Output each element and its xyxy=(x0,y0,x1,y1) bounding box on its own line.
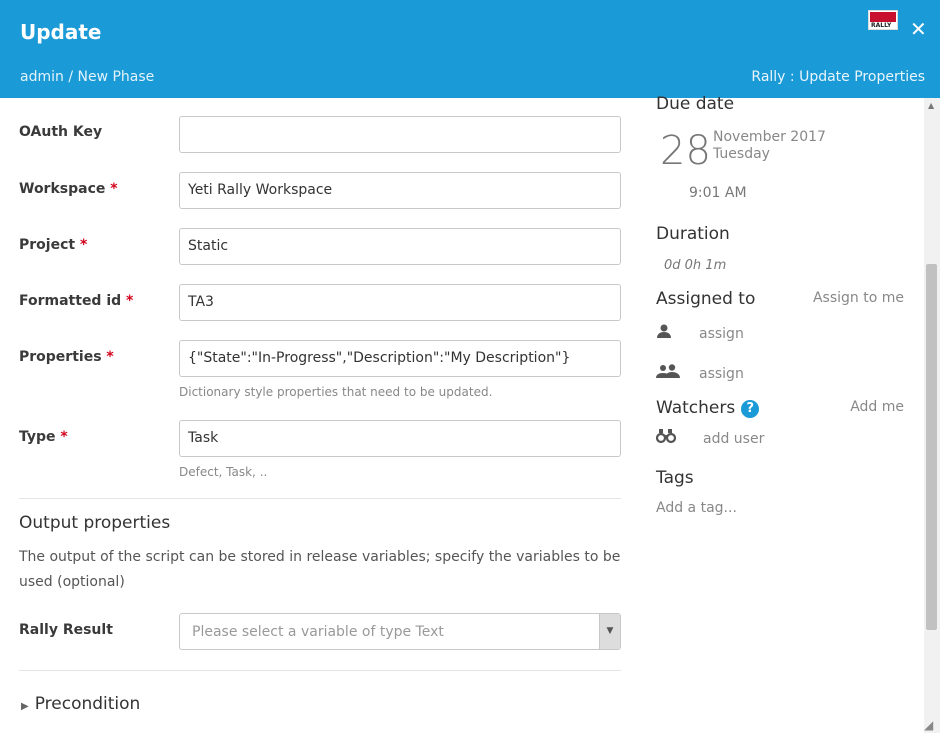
divider xyxy=(19,670,621,671)
due-date-time[interactable]: 9:01 AM xyxy=(689,185,747,201)
divider xyxy=(19,498,621,499)
assign-team-link[interactable]: assign xyxy=(699,366,744,382)
rally-logo: RALLY xyxy=(868,10,898,30)
add-tag-input[interactable]: Add a tag... xyxy=(656,500,737,516)
formatted-id-label: Formatted id * xyxy=(19,293,133,309)
watchers-title: Watchers? xyxy=(656,398,760,418)
plugin-title: Rally : Update Properties xyxy=(751,69,925,85)
dialog-title: Update xyxy=(20,20,102,44)
tags-title: Tags xyxy=(656,468,694,488)
required-marker: * xyxy=(106,349,114,365)
watchers-title-text: Watchers xyxy=(656,398,736,418)
rally-result-select[interactable]: Please select a variable of type Text ▼ xyxy=(179,613,621,650)
scrollbar[interactable]: ▲ xyxy=(924,98,940,733)
properties-input[interactable]: {"State":"In-Progress","Description":"My… xyxy=(179,340,621,377)
assign-user-link[interactable]: assign xyxy=(699,326,744,342)
resize-handle-icon[interactable]: ◢ xyxy=(924,718,933,732)
rally-result-label: Rally Result xyxy=(19,622,113,638)
type-label: Type * xyxy=(19,429,68,445)
project-input[interactable]: Static xyxy=(179,228,621,265)
oauth-key-label-text: OAuth Key xyxy=(19,124,103,140)
assigned-to-title: Assigned to xyxy=(656,289,756,309)
workspace-input[interactable]: Yeti Rally Workspace xyxy=(179,172,621,209)
formatted-id-input[interactable]: TA3 xyxy=(179,284,621,321)
project-label: Project * xyxy=(19,237,87,253)
properties-hint: Dictionary style properties that need to… xyxy=(179,385,493,399)
precondition-label: Precondition xyxy=(34,694,141,714)
type-hint: Defect, Task, .. xyxy=(179,465,268,479)
due-date-day[interactable]: 28 xyxy=(660,128,711,174)
rally-logo-text: RALLY xyxy=(871,22,892,29)
due-date-title: Due date xyxy=(656,94,735,114)
duration-title: Duration xyxy=(656,224,730,244)
required-marker: * xyxy=(110,181,118,197)
scrollbar-thumb[interactable] xyxy=(926,264,937,630)
type-label-text: Type xyxy=(19,429,56,445)
properties-label-text: Properties xyxy=(19,349,102,365)
binoculars-icon xyxy=(655,428,677,448)
dialog-header: Update admin / New Phase RALLY ✕ Rally :… xyxy=(0,0,940,98)
add-me-link[interactable]: Add me xyxy=(850,399,904,415)
formatted-id-label-text: Formatted id xyxy=(19,293,122,309)
help-icon[interactable]: ? xyxy=(741,400,760,418)
duration-value[interactable]: 0d 0h 1m xyxy=(664,258,726,273)
user-icon xyxy=(656,323,672,343)
rally-logo-mark xyxy=(870,12,896,22)
close-icon[interactable]: ✕ xyxy=(910,17,927,41)
dialog-content: OAuth Key Workspace * Yeti Rally Workspa… xyxy=(0,98,924,733)
oauth-key-input[interactable] xyxy=(179,116,621,153)
breadcrumb: admin / New Phase xyxy=(20,69,155,85)
workspace-label-text: Workspace xyxy=(19,181,106,197)
output-properties-title: Output properties xyxy=(19,513,171,533)
project-label-text: Project xyxy=(19,237,76,253)
properties-label: Properties * xyxy=(19,349,114,365)
assign-to-me-link[interactable]: Assign to me xyxy=(813,290,904,306)
oauth-key-label: OAuth Key xyxy=(19,124,102,140)
team-icon xyxy=(656,363,680,383)
add-user-link[interactable]: add user xyxy=(703,431,764,447)
type-input[interactable]: Task xyxy=(179,420,621,457)
output-properties-description: The output of the script can be stored i… xyxy=(19,549,621,590)
precondition-toggle[interactable]: ▶ Precondition xyxy=(21,694,140,714)
due-date-month: November 2017 xyxy=(713,129,826,145)
caret-right-icon: ▶ xyxy=(21,701,29,712)
chevron-down-icon[interactable]: ▼ xyxy=(599,614,620,649)
required-marker: * xyxy=(60,429,68,445)
required-marker: * xyxy=(79,237,88,253)
scroll-up-icon[interactable]: ▲ xyxy=(928,101,934,110)
workspace-label: Workspace * xyxy=(19,181,118,197)
required-marker: * xyxy=(126,293,134,309)
due-date-weekday: Tuesday xyxy=(713,146,770,162)
rally-result-placeholder: Please select a variable of type Text xyxy=(192,624,444,640)
